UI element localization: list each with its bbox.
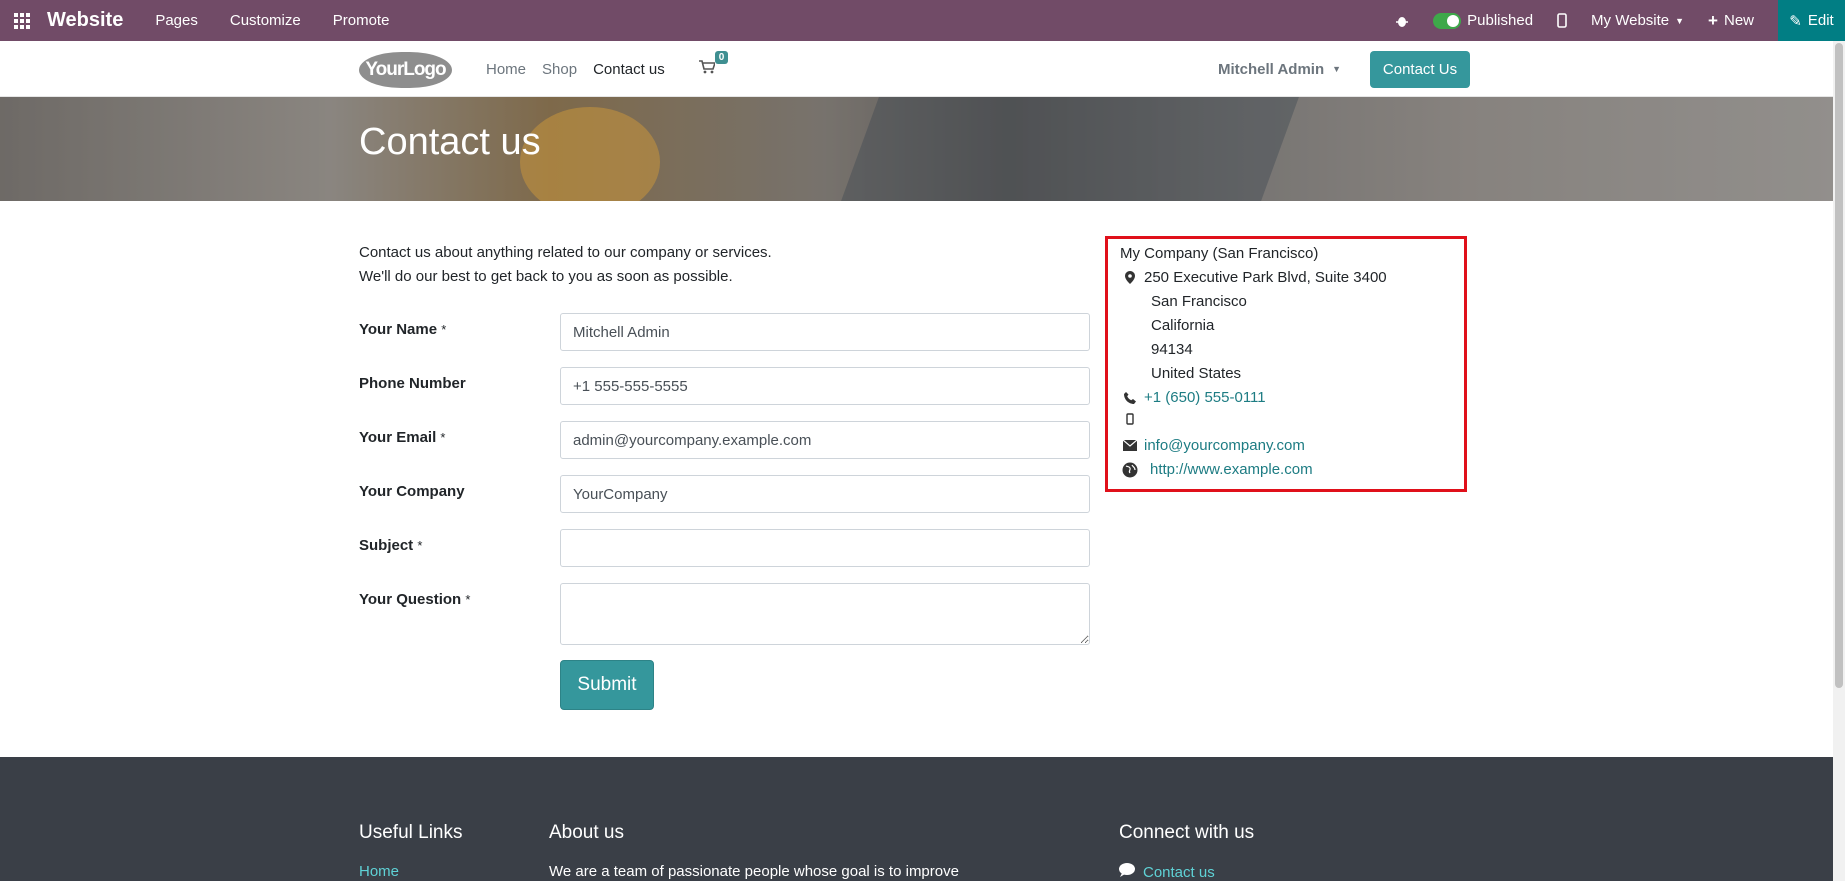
page-banner: Contact us — [0, 97, 1833, 201]
phone-icon — [1120, 391, 1140, 404]
toggle-switch-icon[interactable] — [1433, 12, 1462, 29]
form-row-name: Your Name * — [359, 313, 1090, 351]
website-switcher[interactable]: My Website ▼ — [1591, 12, 1684, 29]
app-name[interactable]: Website — [47, 9, 123, 32]
email-link[interactable]: info@yourcompany.com — [1144, 437, 1305, 454]
company-name: My Company (San Francisco) — [1120, 245, 1319, 262]
admin-topbar: Website Pages Customize Promote Publishe… — [0, 0, 1845, 41]
company-input[interactable] — [560, 475, 1090, 513]
intro-line: Contact us about anything related to our… — [359, 244, 772, 261]
published-toggle[interactable]: Published — [1433, 12, 1533, 29]
phone-link[interactable]: +1 (650) 555-0111 — [1144, 389, 1266, 406]
menu-pages[interactable]: Pages — [155, 12, 198, 29]
form-row-phone: Phone Number — [359, 367, 1090, 405]
banner-image-decoration — [841, 97, 1299, 201]
caret-down-icon: ▼ — [1332, 64, 1342, 74]
mobile-icon — [1120, 413, 1140, 425]
footer-useful-links-title: Useful Links — [359, 822, 463, 843]
name-input[interactable] — [560, 313, 1090, 351]
debug-bug-icon[interactable] — [1395, 14, 1409, 28]
form-row-email: Your Email * — [359, 421, 1090, 459]
comment-icon — [1119, 863, 1135, 881]
footer-about-title: About us — [549, 822, 624, 843]
submit-button[interactable]: Submit — [560, 660, 654, 710]
country: United States — [1151, 365, 1242, 382]
form-intro: Contact us about anything related to our… — [359, 241, 772, 289]
map-marker-icon — [1120, 271, 1140, 284]
footer-about-text: We are a team of passionate people whose… — [549, 863, 959, 880]
field-label: Subject * — [359, 537, 423, 554]
form-row-question: Your Question * — [359, 583, 1090, 645]
plus-icon: + — [1708, 10, 1718, 30]
menu-promote[interactable]: Promote — [333, 12, 390, 29]
new-button[interactable]: + New — [1708, 11, 1754, 31]
city: San Francisco — [1151, 293, 1247, 310]
page-scrollbar[interactable] — [1833, 41, 1845, 881]
new-label: New — [1723, 12, 1754, 29]
site-footer: Useful Links About us Connect with us Ho… — [0, 757, 1833, 881]
scrollbar-thumb[interactable] — [1835, 43, 1843, 688]
banner-image-decoration — [520, 107, 660, 201]
field-label: Phone Number — [359, 375, 466, 392]
footer-connect-title: Connect with us — [1119, 822, 1255, 843]
field-label: Your Email * — [359, 429, 446, 446]
street: 250 Executive Park Blvd, Suite 3400 — [1144, 269, 1387, 286]
edit-label: Edit — [1807, 12, 1834, 29]
pencil-icon: ✎ — [1789, 12, 1802, 30]
subject-input[interactable] — [560, 529, 1090, 567]
contact-us-button[interactable]: Contact Us — [1370, 51, 1470, 88]
field-label: Your Name * — [359, 321, 447, 338]
footer-home-link[interactable]: Home — [359, 863, 399, 880]
address-line: 250 Executive Park Blvd, Suite 3400 — [1120, 269, 1387, 286]
email-input[interactable] — [560, 421, 1090, 459]
question-textarea[interactable] — [560, 583, 1090, 645]
nav-contact-us[interactable]: Contact us — [593, 61, 665, 78]
company-info-box: My Company (San Francisco) 250 Executive… — [1105, 236, 1467, 492]
envelope-icon — [1120, 440, 1140, 451]
apps-menu-icon[interactable] — [0, 0, 44, 41]
user-menu[interactable]: Mitchell Admin ▼ — [1218, 41, 1341, 97]
mobile-preview-icon[interactable] — [1557, 13, 1567, 28]
website-link[interactable]: http://www.example.com — [1150, 461, 1313, 478]
email-line: info@yourcompany.com — [1120, 437, 1305, 454]
phone-input[interactable] — [560, 367, 1090, 405]
nav-shop[interactable]: Shop — [542, 61, 577, 78]
phone-line: +1 (650) 555-0111 — [1120, 389, 1266, 406]
cart-count-badge: 0 — [714, 51, 729, 64]
footer-contact-line: Contact us — [1119, 863, 1215, 881]
globe-icon — [1120, 462, 1140, 478]
field-label: Your Question * — [359, 591, 471, 608]
mobile-line — [1120, 413, 1140, 425]
website-line: http://www.example.com — [1120, 461, 1313, 478]
published-label: Published — [1467, 12, 1534, 29]
menu-customize[interactable]: Customize — [230, 12, 301, 29]
nav-home[interactable]: Home — [486, 61, 526, 78]
user-name: Mitchell Admin — [1218, 60, 1325, 78]
form-row-company: Your Company — [359, 475, 1090, 513]
website-switcher-label: My Website — [1591, 12, 1670, 29]
zip: 94134 — [1151, 341, 1193, 358]
field-label: Your Company — [359, 483, 465, 500]
footer-contact-link[interactable]: Contact us — [1143, 864, 1215, 881]
site-logo[interactable]: YourLogo — [359, 52, 452, 88]
state: California — [1151, 317, 1215, 334]
form-row-subject: Subject * — [359, 529, 1090, 567]
cart-icon[interactable]: 0 — [698, 51, 729, 78]
site-navbar: YourLogo Home Shop Contact us 0 Mitchell… — [0, 41, 1833, 97]
edit-button[interactable]: ✎ Edit — [1778, 0, 1845, 41]
intro-line: We'll do our best to get back to you as … — [359, 268, 733, 285]
caret-down-icon: ▼ — [1675, 15, 1685, 26]
page-title: Contact us — [359, 121, 541, 163]
